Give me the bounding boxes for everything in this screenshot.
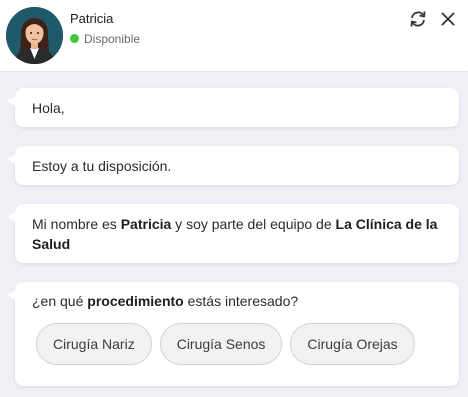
close-icon: [439, 10, 457, 33]
message-text: Hola,: [32, 100, 65, 116]
close-button[interactable]: [436, 9, 460, 33]
question-bubble: ¿en qué procedimiento estás interesado? …: [7, 282, 459, 386]
message-text: Mi nombre es Patricia y soy parte del eq…: [32, 216, 438, 252]
option-buttons: Cirugía Nariz Cirugía Senos Cirugía Orej…: [36, 323, 415, 365]
option-cirugia-nariz-button[interactable]: Cirugía Nariz: [36, 323, 152, 365]
agent-status: Disponible: [84, 32, 141, 46]
refresh-button[interactable]: [406, 9, 430, 33]
agent-name: Patricia: [70, 11, 114, 26]
refresh-icon: [408, 9, 428, 34]
option-cirugia-senos-button[interactable]: Cirugía Senos: [159, 323, 283, 365]
question-text: ¿en qué procedimiento estás interesado?: [32, 293, 299, 309]
message-bubble: Hola,: [7, 88, 459, 127]
agent-avatar: [6, 7, 63, 64]
message-bubble: Mi nombre es Patricia y soy parte del eq…: [7, 204, 459, 263]
chat-header: Patricia Disponible: [0, 0, 468, 71]
message-bubble: Estoy a tu disposición.: [7, 146, 459, 185]
message-text: Estoy a tu disposición.: [32, 158, 172, 174]
option-cirugia-orejas-button[interactable]: Cirugía Orejas: [290, 323, 415, 365]
status-indicator: [70, 34, 79, 43]
